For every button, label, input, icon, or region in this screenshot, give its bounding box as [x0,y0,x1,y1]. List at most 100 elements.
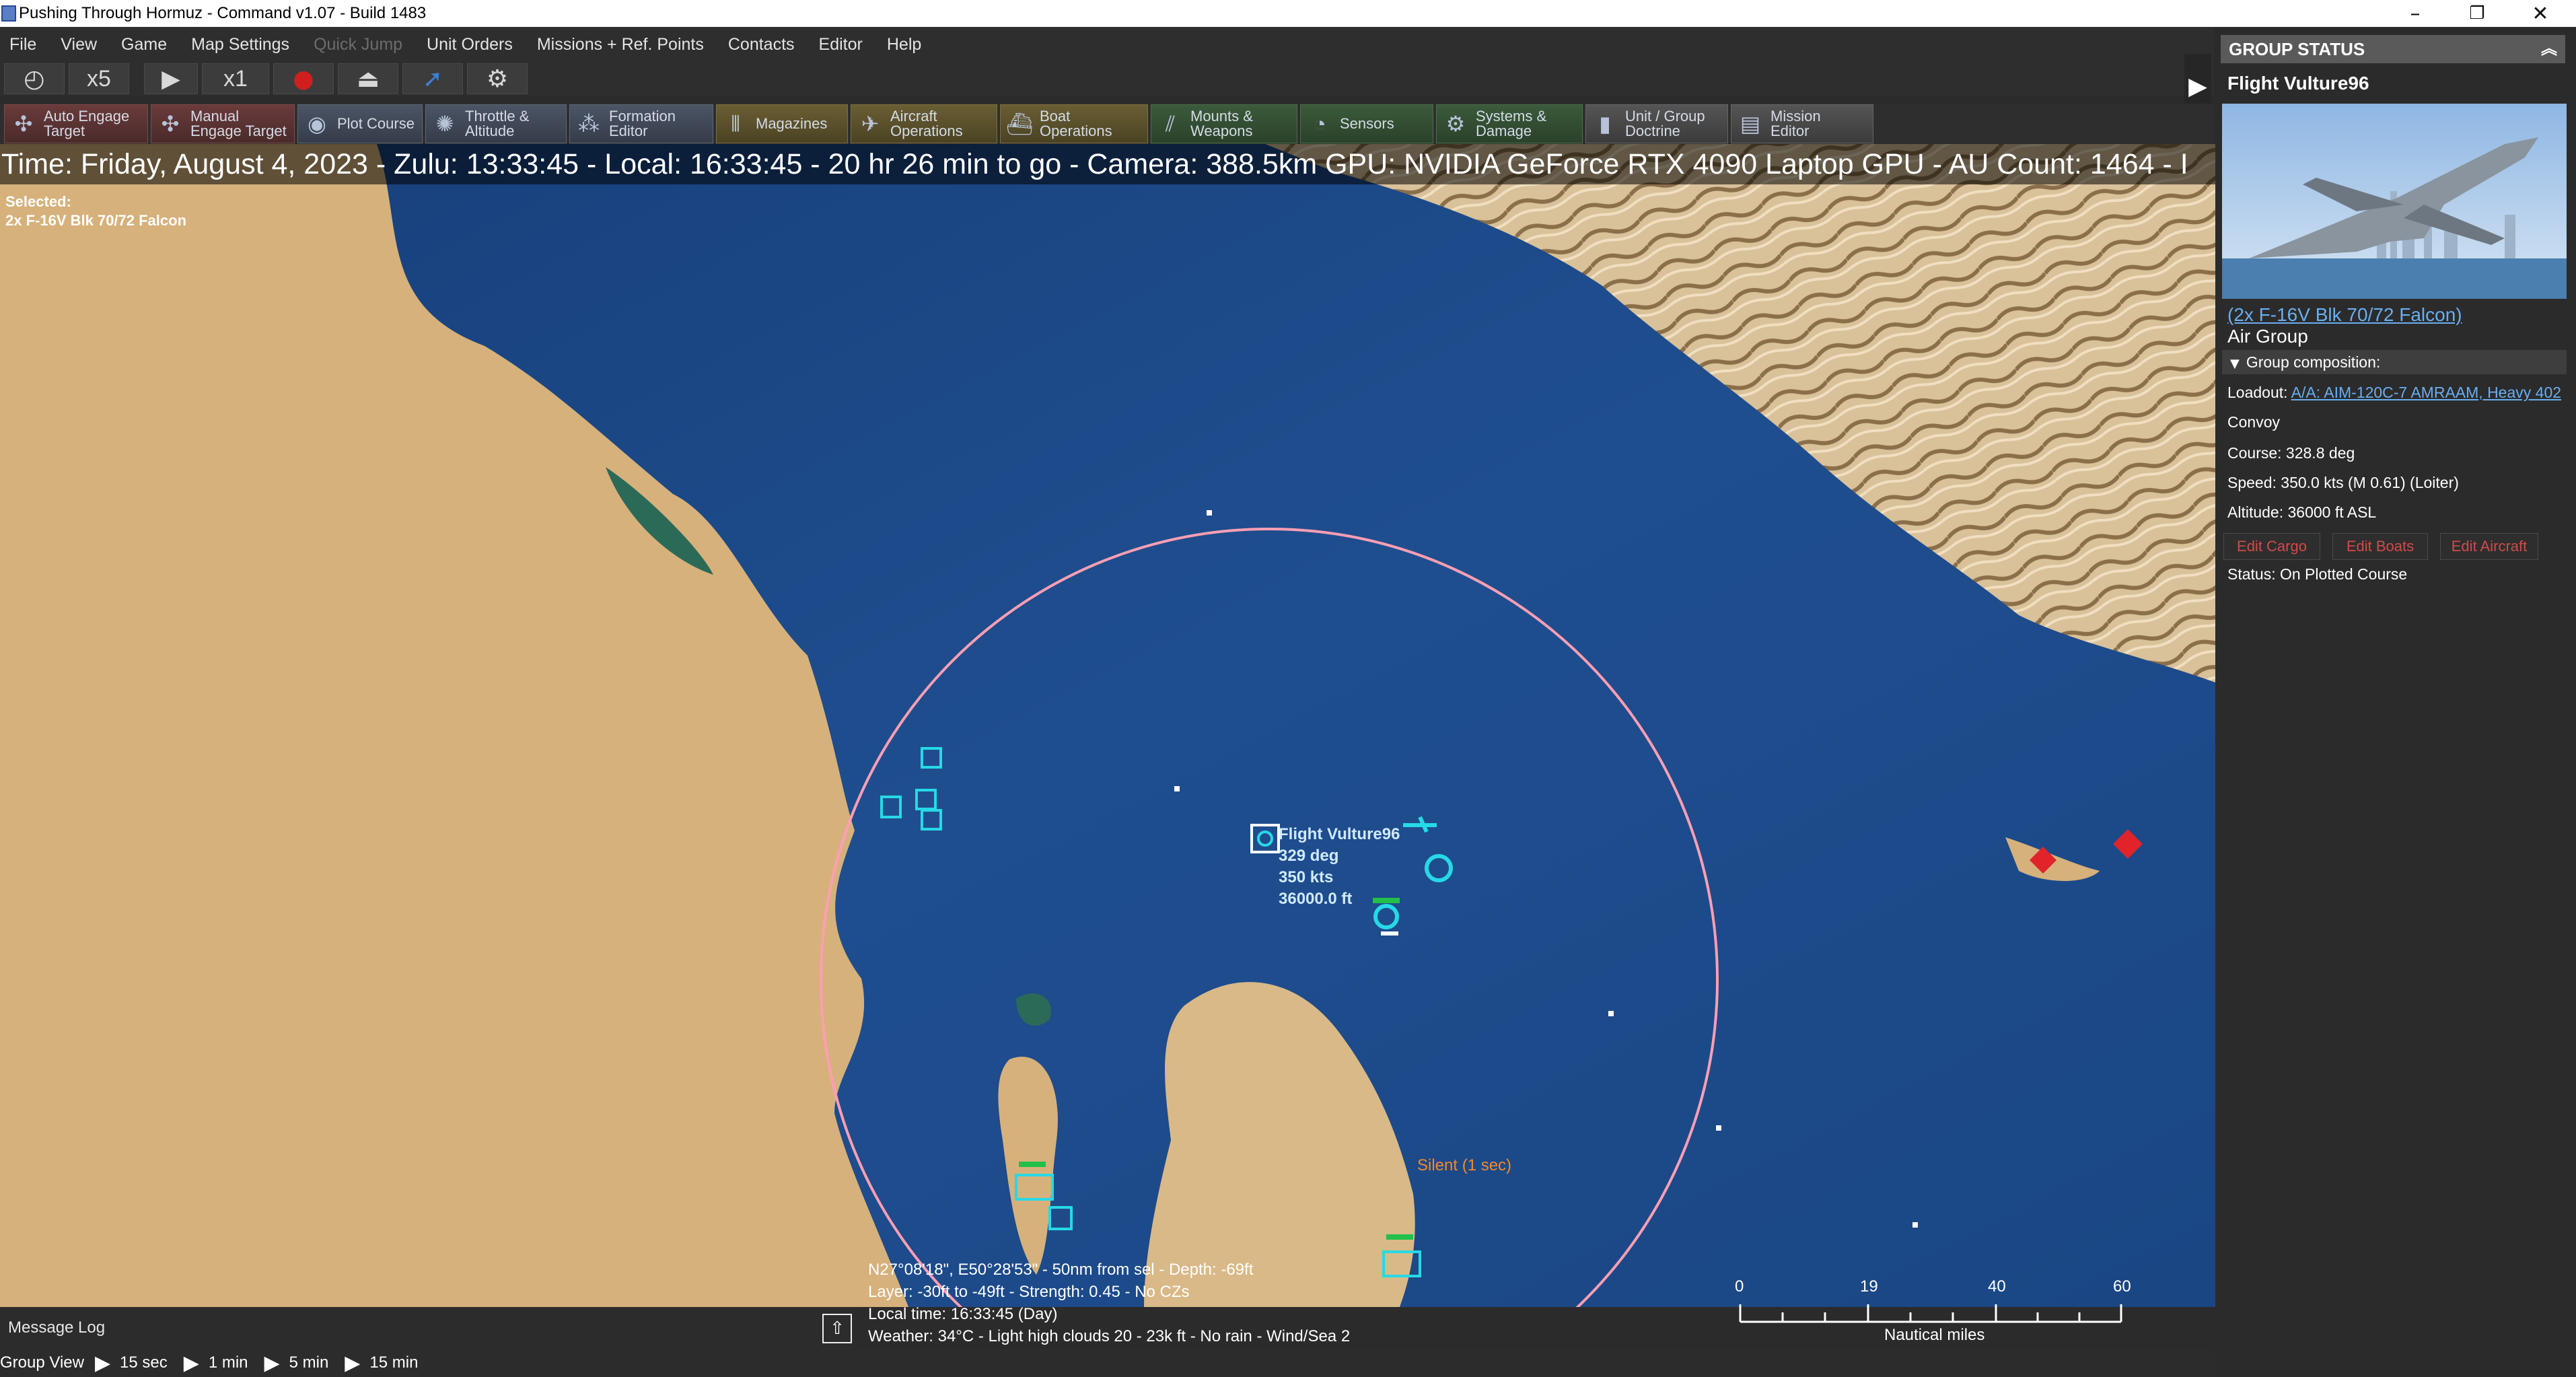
loadout-row: Loadout: A/A: AIM-120C-7 AMRAAM, Heavy 4… [2227,384,2561,402]
menu-help[interactable]: Help [887,35,921,55]
unit-label: Flight Vulture96 329 deg 350 kts 36000.0… [1279,824,1400,910]
edit-cargo-button[interactable]: Edit Cargo [2223,533,2320,560]
toolbar-button-label: Formation Editor [609,109,676,139]
menu-view[interactable]: View [61,35,97,55]
settings-gear-icon[interactable]: ⚙ [467,63,528,94]
formation-icon: ⁂ [578,112,600,136]
course-value: Course: 328.8 deg [2227,444,2355,462]
drag-icon[interactable]: ➚ [402,63,463,94]
menu-map-settings[interactable]: Map Settings [191,35,289,55]
clock-icon[interactable]: ◴ [4,63,65,94]
message-log-expand-icon[interactable]: ⇧ [822,1314,852,1343]
menu-file[interactable]: File [9,35,36,55]
group-view-bar: Group View ▶ 15 sec ▶ 1 min ▶ 5 min ▶ 15 min [0,1349,2215,1377]
toolbar-button-label: Boat Operations [1040,109,1112,139]
time-compression[interactable]: x5 [69,63,129,94]
layer-icon[interactable]: ⏏ [338,63,398,94]
play-step-icon: ▶ [345,1351,361,1375]
selected-value: 2x F-16V Blk 70/72 Falcon [5,212,187,229]
toolbar-label-line: Sensors [1340,115,1394,132]
tactical-map[interactable] [0,144,2215,1307]
toolbar-label-line: Damage [1476,122,1532,139]
mission-editor-button[interactable]: ▤ Mission Editor [1731,104,1873,143]
status-value: Status: On Plotted Course [2227,565,2408,583]
altitude-value: Altitude: 36000 ft ASL [2227,503,2377,521]
manual-engage-target-button[interactable]: ✣ Manual Engage Target [151,104,295,143]
group-composition-toggle[interactable]: ▼ Group composition: [2222,350,2567,374]
group-status-panel: GROUP STATUS ︽ Flight Vulture96 (2x F-16… [2215,27,2576,1377]
selected-label: Selected: [5,193,71,210]
message-log-bar[interactable]: Message Log [0,1307,855,1349]
aircraft-operations-button[interactable]: ✈ Aircraft Operations [851,104,997,143]
speed-step[interactable]: x1 [202,63,269,94]
auto-engage-target-button[interactable]: ✣ Auto Engage Target [4,104,148,143]
photo-water [2222,258,2567,299]
scale-unit-label: Nautical miles [1884,1326,1985,1344]
selected-unit-info: Selected: 2x F-16V Blk 70/72 Falcon [5,192,186,230]
map-canvas[interactable] [0,144,2215,1307]
map-status-line: Time: Friday, August 4, 2023 - Zulu: 13:… [0,144,2215,184]
loadout-link[interactable]: A/A: AIM-120C-7 AMRAAM, Heavy 402 [2291,384,2561,401]
toolbar-label-line: Plot Course [337,115,415,132]
magazines-button[interactable]: ⦀ Magazines [716,104,848,143]
step-label: 15 sec [120,1353,168,1372]
toolbar-button-label: Throttle & Altitude [465,109,529,139]
plot-course-button[interactable]: ◉ Plot Course [297,104,423,143]
menu-editor[interactable]: Editor [819,35,863,55]
menu-unit-orders[interactable]: Unit Orders [427,35,513,55]
toolbar-button-label: Sensors [1340,116,1394,131]
menu-game[interactable]: Game [121,35,167,55]
close-button[interactable]: ✕ [2503,0,2576,27]
cursor-info-line: Local time: 16:33:45 (Day) [868,1305,1058,1323]
step-1-min[interactable]: ▶ 1 min [184,1351,248,1375]
composition-label: Group composition: [2246,353,2381,371]
toolbar-button-label: Manual Engage Target [190,109,287,139]
unit-group-doctrine-button[interactable]: ▮ Unit / Group Doctrine [1585,104,1728,143]
speed-value: Speed: 350.0 kts (M 0.61) (Loiter) [2227,474,2459,491]
sensors-button[interactable]: ◔ Sensors [1300,104,1433,143]
step-label: 1 min [208,1353,248,1372]
window-title: Pushing Through Hormuz - Command v1.07 -… [19,4,427,22]
mounts-weapons-button[interactable]: ⫽ Mounts & Weapons [1151,104,1297,143]
step-15-min[interactable]: ▶ 15 min [345,1351,418,1375]
group-status-header[interactable]: GROUP STATUS ︽ [2221,35,2565,63]
reference-point [1207,510,1212,516]
convoy-label: Convoy [2227,413,2280,431]
menu-contacts[interactable]: Contacts [728,35,795,55]
reference-point [1174,786,1180,791]
toolbar-label-line: Auto Engage [44,108,130,125]
play-icon[interactable]: ▶ [144,63,198,94]
boat-operations-button[interactable]: ⛴ Boat Operations [1000,104,1148,143]
formation-editor-button[interactable]: ⁂ Formation Editor [569,104,713,143]
unit-type: Air Group [2227,326,2308,347]
edit-aircraft-button[interactable]: Edit Aircraft [2440,533,2538,560]
throttle-altitude-button[interactable]: ✺ Throttle & Altitude [425,104,567,143]
toolbar-button-label: Plot Course [337,116,415,131]
menu-missions[interactable]: Missions + Ref. Points [537,35,704,55]
play-step-icon: ▶ [183,1351,199,1375]
unit-status-bar [1386,1234,1413,1240]
toolbar-button-label: Mounts & Weapons [1190,109,1253,139]
cursor-info: N27°08'18", E50°28'53" - 50nm from sel -… [868,1259,1350,1347]
menu-bar: File View Game Map Settings Quick Jump U… [0,27,2214,62]
toolbar-button-label: Systems & Damage [1476,109,1546,139]
cursor-info-line: Weather: 34°C - Light high clouds 20 - 2… [868,1327,1351,1345]
loadout-label: Loadout: [2227,384,2288,401]
unit-class-link[interactable]: (2x F-16V Blk 70/72 Falcon) [2227,304,2462,326]
edit-boats-button[interactable]: Edit Boats [2332,533,2428,560]
group-view-label[interactable]: Group View [0,1353,84,1372]
scale-tick-label: 60 [2113,1277,2131,1296]
expand-triangle-icon: ▼ [2230,357,2240,371]
record-icon[interactable]: ● [273,63,334,94]
crosshair-manual-icon: ✣ [161,112,180,136]
toolbar-label-line: Magazines [756,115,828,132]
collapse-chevron-icon[interactable]: ︽ [2541,35,2557,63]
step-5-min[interactable]: ▶ 5 min [264,1351,329,1375]
systems-damage-button[interactable]: ⚙ Systems & Damage [1436,104,1583,143]
boat-icon: ⛴ [1005,112,1034,136]
step-15-sec[interactable]: ▶ 15 sec [95,1351,168,1375]
toolbar-label-line: Throttle & [465,108,530,125]
toolbar-label-line: Weapons [1190,122,1253,139]
app-icon [1,5,16,22]
message-log-label: Message Log [8,1318,106,1337]
